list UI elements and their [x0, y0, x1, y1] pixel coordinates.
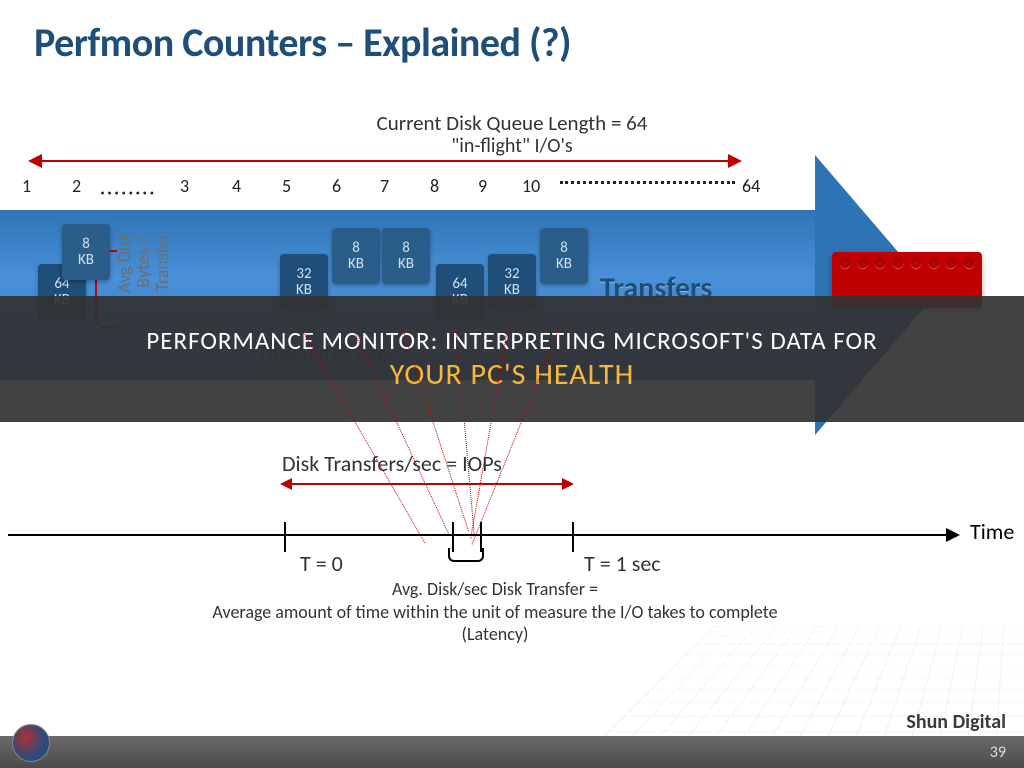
- scale-tick: 9: [478, 175, 487, 197]
- scale-tick: 6: [332, 175, 341, 197]
- avg-disk-sec-transfer-desc: Avg. Disk/sec Disk Transfer = Average am…: [210, 578, 780, 646]
- time-axis-label: Time: [970, 518, 1014, 545]
- time-axis: [8, 534, 958, 536]
- brand-label: Shun Digital: [906, 710, 1006, 734]
- t0-label: T = 0: [300, 550, 343, 577]
- logo-icon: [12, 724, 50, 762]
- scale-tick: 2: [72, 175, 81, 197]
- avg-desc-title: Avg. Disk/sec Disk Transfer =: [392, 578, 598, 600]
- queue-length-label: Current Disk Queue Length = 64: [0, 110, 1024, 136]
- scale-tick: 1: [22, 175, 31, 197]
- io-block: 8KB: [62, 224, 110, 280]
- iops-width-arrow: [282, 483, 572, 485]
- scale-tick: 3: [180, 175, 189, 197]
- t1-label: T = 1 sec: [584, 550, 661, 577]
- scale-tick: 5: [282, 175, 291, 197]
- queue-width-arrow: [30, 160, 740, 162]
- ellipsis-icon: ········: [100, 181, 156, 205]
- io-block: 8KB: [540, 228, 588, 284]
- footer-bar: [0, 736, 1024, 768]
- scale-tick: 4: [232, 175, 241, 197]
- avg-disk-bytes-transfer-label: Avg Disk Bytes / Transfer: [115, 222, 225, 302]
- scale-tick: 10: [522, 175, 540, 197]
- page-number: 39: [990, 743, 1006, 762]
- scale-tick: 7: [380, 175, 389, 197]
- scale-tick: 8: [430, 175, 439, 197]
- tick-t0: [284, 522, 286, 552]
- overlay-line2: YOUR PC'S HEALTH: [390, 356, 635, 393]
- tick-t1: [572, 522, 574, 552]
- io-block: 8KB: [382, 228, 430, 284]
- overlay-banner: PERFORMANCE MONITOR: INTERPRETING MICROS…: [0, 296, 1024, 422]
- slide-title: Perfmon Counters – Explained (?): [34, 18, 571, 67]
- latency-bracket: [448, 548, 484, 562]
- scale-tick: 64: [742, 175, 760, 197]
- avg-desc-body: Average amount of time within the unit o…: [212, 601, 777, 646]
- overlay-line1: PERFORMANCE MONITOR: INTERPRETING MICROS…: [146, 325, 877, 356]
- io-block: 8KB: [332, 228, 380, 284]
- ellipsis-icon: [560, 181, 735, 184]
